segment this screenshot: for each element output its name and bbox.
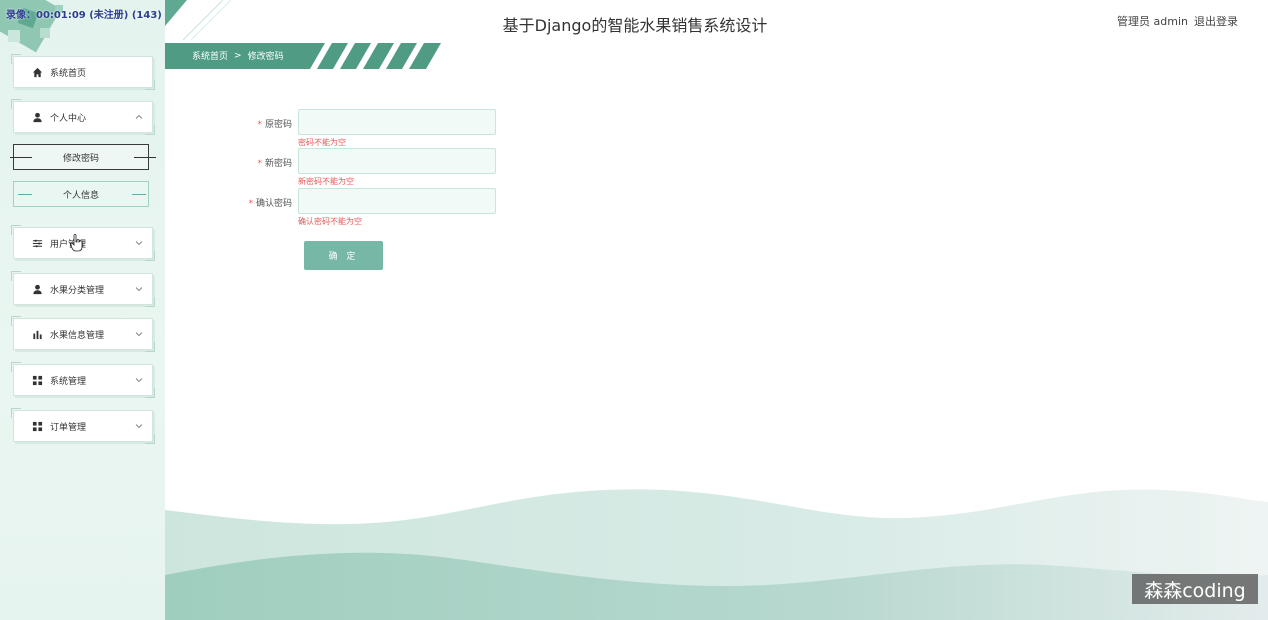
field-error: 新密码不能为空 (298, 177, 354, 186)
sidebar-item-order-management[interactable]: 订单管理 (11, 408, 155, 444)
corner-decoration (11, 316, 21, 326)
current-user-label: 管理员 admin (1117, 15, 1188, 28)
arrow-right-icon (18, 194, 32, 195)
chevron-down-icon (135, 241, 143, 246)
chevron-down-icon (135, 378, 143, 383)
field-label-text: 确认密码 (255, 199, 292, 209)
user-area: 管理员 admin 退出登录 (1117, 13, 1238, 29)
field-label: * 原密码 (230, 109, 298, 130)
breadcrumb-home[interactable]: 系统首页 (192, 49, 228, 62)
background-waves (165, 489, 1268, 620)
sidebar-item-label: 个人中心 (50, 113, 87, 124)
breadcrumb: 系统首页 > 修改密码 (192, 49, 284, 63)
field-label: * 确认密码 (230, 188, 298, 209)
sidebar: 录像：00:01:09 (未注册) (143) 系统首页 个人中心 修改密码 个… (0, 0, 165, 620)
corner-decoration (145, 388, 155, 398)
chevron-down-icon (135, 332, 143, 337)
corner-decoration (11, 408, 21, 418)
chevron-down-icon (135, 424, 143, 429)
page-title: 基于Django的智能水果销售系统设计 (502, 16, 768, 35)
form-row-confirm-password: * 确认密码 确认密码不能为空 (230, 188, 496, 226)
form-row-old-password: * 原密码 密码不能为空 (230, 109, 496, 147)
breadcrumb-current: 修改密码 (247, 52, 284, 62)
sidebar-item-home[interactable]: 系统首页 (11, 54, 155, 90)
arrow-left-icon (134, 157, 156, 158)
required-asterisk: * (257, 159, 262, 169)
chevron-down-icon (135, 287, 143, 292)
corner-decoration (11, 54, 21, 64)
field-label-text: 新密码 (264, 159, 292, 169)
sidebar-subitem-personal-info[interactable]: 个人信息 (13, 181, 149, 207)
corner-decoration (11, 362, 21, 372)
corner-decoration (145, 297, 155, 307)
chevron-up-icon (135, 114, 143, 119)
required-asterisk: * (248, 199, 253, 209)
corner-decoration (145, 80, 155, 90)
corner-decoration (145, 434, 155, 444)
sidebar-item-system-management[interactable]: 系统管理 (11, 362, 155, 398)
arrow-right-icon (10, 157, 32, 158)
new-password-input[interactable] (298, 148, 496, 174)
corner-decoration (145, 125, 155, 135)
home-icon (30, 65, 44, 79)
grid-icon (30, 373, 44, 387)
sidebar-item-label: 系统首页 (50, 68, 87, 79)
sidebar-item-label: 系统管理 (50, 376, 87, 387)
field-label-text: 原密码 (264, 120, 292, 130)
sidebar-item-label: 订单管理 (50, 422, 87, 433)
corner-decoration (11, 225, 21, 235)
breadcrumb-separator: > (234, 50, 242, 61)
sliders-icon (30, 236, 44, 250)
submit-button[interactable]: 确 定 (304, 241, 383, 270)
sidebar-subitem-label: 个人信息 (62, 190, 99, 201)
confirm-password-input[interactable] (298, 188, 496, 214)
sidebar-item-fruit-category-management[interactable]: 水果分类管理 (11, 271, 155, 307)
old-password-input[interactable] (298, 109, 496, 135)
grid-icon (30, 419, 44, 433)
field-error: 密码不能为空 (298, 138, 346, 147)
corner-decoration (11, 99, 21, 109)
arrow-left-icon (132, 194, 146, 195)
sidebar-subitem-label: 修改密码 (62, 153, 99, 164)
sidebar-item-fruit-info-management[interactable]: 水果信息管理 (11, 316, 155, 352)
form-row-new-password: * 新密码 新密码不能为空 (230, 148, 496, 186)
bar-chart-icon (30, 327, 44, 341)
header-decoration (165, 0, 232, 40)
logout-link[interactable]: 退出登录 (1194, 13, 1238, 29)
field-label: * 新密码 (230, 148, 298, 169)
recording-overlay-text: 录像：00:01:09 (未注册) (143) (6, 10, 162, 21)
sidebar-item-label: 水果信息管理 (50, 330, 105, 341)
sidebar-item-label: 水果分类管理 (50, 285, 105, 296)
sidebar-item-personal-center[interactable]: 个人中心 (11, 99, 155, 135)
required-asterisk: * (257, 120, 262, 130)
watermark-label: 森森coding (1132, 574, 1258, 604)
corner-decoration (145, 342, 155, 352)
user-icon (30, 110, 44, 124)
hand-cursor-icon (70, 234, 83, 252)
sidebar-subitem-change-password[interactable]: 修改密码 (10, 144, 156, 170)
user-icon (30, 282, 44, 296)
corner-decoration (145, 251, 155, 261)
field-error: 确认密码不能为空 (298, 217, 362, 226)
corner-decoration (11, 271, 21, 281)
